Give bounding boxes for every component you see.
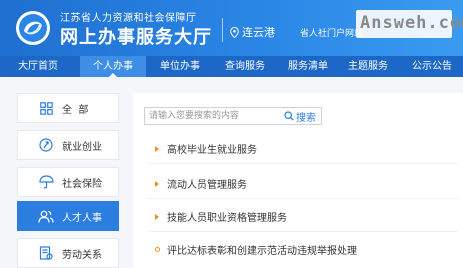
contract-icon	[38, 245, 54, 261]
service-label: 技能人员职业资格管理服务	[167, 213, 287, 224]
divider	[148, 198, 458, 199]
logo-icon	[16, 11, 50, 45]
divider	[148, 231, 458, 232]
search-input[interactable]	[149, 108, 269, 124]
sidebar-item-label: 劳动关系	[62, 249, 102, 261]
search-button-label: 搜索	[296, 112, 316, 124]
employment-icon	[38, 137, 54, 153]
org-name: 江苏省人力资源和社会保障厅	[60, 13, 197, 24]
location-pin-icon	[230, 26, 239, 38]
umbrella-icon	[38, 174, 54, 190]
nav-item-personal[interactable]: 个人办事	[80, 56, 146, 77]
nav-item-notices[interactable]: 公示公告	[402, 56, 462, 77]
sidebar-item-insurance[interactable]: 社会保险	[17, 167, 119, 197]
service-item[interactable]: 高校毕业生就业服务	[155, 141, 257, 156]
service-item[interactable]: 流动人员管理服务	[155, 176, 247, 191]
location-selector[interactable]: 连云港	[230, 24, 275, 40]
search-icon	[284, 111, 294, 121]
sidebar-item-employment[interactable]: 就业创业	[17, 130, 119, 160]
nav-item-service-list[interactable]: 服务清单	[278, 56, 338, 77]
portal-link[interactable]: 省人社门户网站	[300, 26, 363, 39]
people-icon	[38, 208, 54, 224]
sidebar-item-all[interactable]: 全 部	[17, 93, 119, 123]
nav-item-company[interactable]: 单位办事	[150, 56, 210, 77]
search-button[interactable]: 搜索	[284, 108, 316, 124]
watermark: Answeh.com	[360, 13, 463, 33]
service-label: 评比达标表彰和创建示范活动违规举报处理	[167, 246, 357, 257]
sidebar-item-label: 人才人事	[62, 212, 102, 224]
service-label: 高校毕业生就业服务	[167, 145, 257, 156]
nav-item-home[interactable]: 大厅首页	[10, 56, 66, 77]
hall-title: 网上办事服务大厅	[60, 27, 212, 48]
bullet-dot-icon	[155, 247, 160, 252]
divider	[148, 163, 458, 164]
service-item[interactable]: 评比达标表彰和创建示范活动违规举报处理	[155, 242, 357, 257]
sidebar-item-labor[interactable]: 劳动关系	[17, 238, 119, 268]
main-nav: 大厅首页 个人办事 单位办事 查询服务 服务清单 主题服务 公示公告	[0, 56, 463, 77]
site-header: 江苏省人力资源和社会保障厅 网上办事服务大厅 连云港 省人社门户网站 Answe…	[0, 0, 463, 56]
nav-item-query[interactable]: 查询服务	[215, 56, 275, 77]
sidebar-item-label: 全 部	[62, 104, 89, 116]
sidebar-item-label: 就业创业	[62, 141, 102, 153]
location-label: 连云港	[242, 26, 275, 39]
bullet-arrow-icon	[155, 180, 159, 187]
sidebar-item-talent[interactable]: 人才人事	[17, 201, 119, 231]
header-divider	[222, 18, 223, 42]
nav-item-topics[interactable]: 主题服务	[338, 56, 398, 77]
grid-icon	[38, 100, 54, 116]
service-label: 流动人员管理服务	[167, 180, 247, 191]
service-item[interactable]: 技能人员职业资格管理服务	[155, 209, 287, 224]
bullet-arrow-icon	[155, 213, 159, 220]
sidebar-item-label: 社会保险	[62, 178, 102, 190]
bullet-arrow-icon	[155, 145, 159, 152]
